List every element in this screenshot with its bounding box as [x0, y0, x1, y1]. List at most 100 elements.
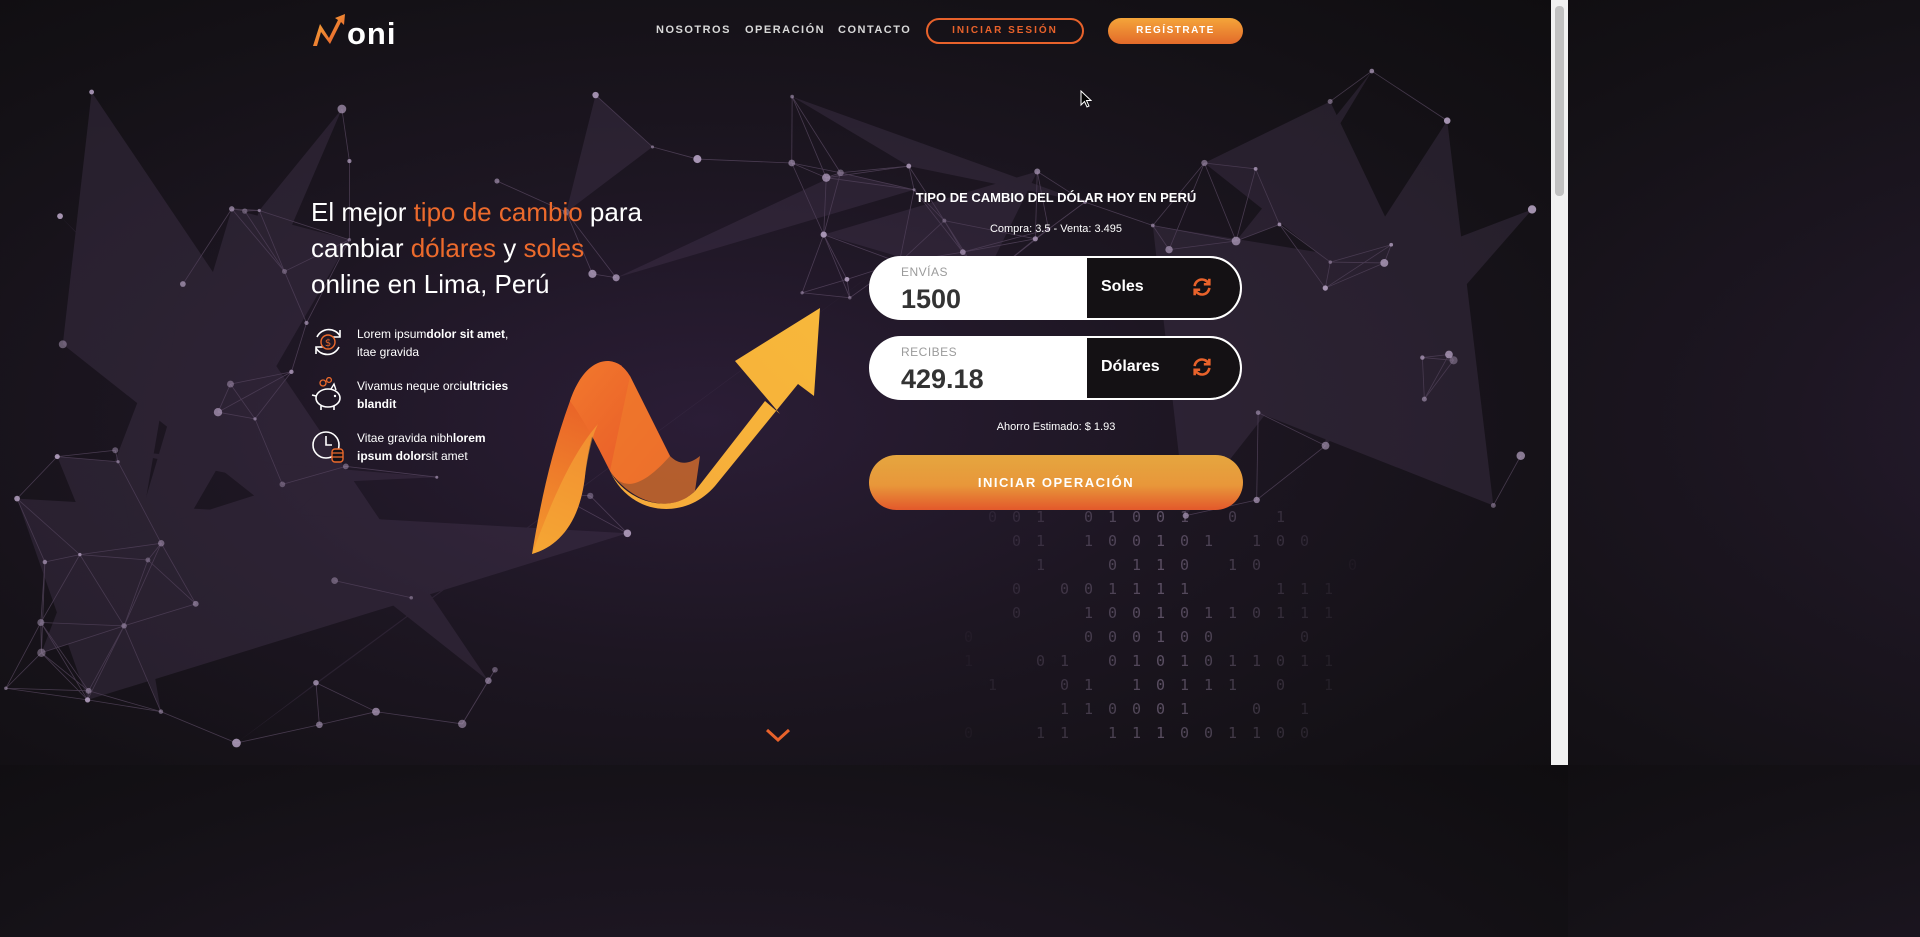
receive-amount-input[interactable]: 429.18 [901, 364, 984, 395]
svg-text:1: 1 [1180, 580, 1189, 598]
chevron-down-icon[interactable] [765, 727, 791, 743]
logo-text: oni [347, 16, 397, 51]
svg-text:0: 0 [1108, 556, 1117, 574]
feature-text-part: Vitae gravida nibh [357, 431, 453, 445]
start-operation-button[interactable]: INICIAR OPERACIÓN [869, 455, 1243, 510]
svg-text:0: 0 [1084, 580, 1093, 598]
svg-text:0: 0 [1276, 652, 1285, 670]
svg-text:1: 1 [1204, 676, 1213, 694]
svg-text:0: 0 [1180, 724, 1189, 742]
svg-text:0: 0 [1132, 532, 1141, 550]
svg-text:0: 0 [1108, 628, 1117, 646]
svg-text:0: 0 [1012, 604, 1021, 622]
svg-text:1: 1 [1156, 556, 1165, 574]
page-scrollbar[interactable] [1551, 0, 1568, 765]
svg-text:1: 1 [1252, 652, 1261, 670]
svg-text:0: 0 [1204, 628, 1213, 646]
svg-text:0: 0 [1060, 580, 1069, 598]
feature-text-part: Lorem ipsum [357, 327, 427, 341]
svg-text:0: 0 [1012, 508, 1021, 526]
svg-text:0: 0 [1180, 604, 1189, 622]
svg-text:1: 1 [1228, 652, 1237, 670]
svg-text:1: 1 [1276, 604, 1285, 622]
svg-text:1: 1 [1060, 652, 1069, 670]
growth-arrow-graphic [532, 308, 820, 554]
send-label: ENVÍAS [901, 265, 949, 279]
register-button[interactable]: REGÍSTRATE [1108, 18, 1243, 44]
feature-text: Vitae gravida nibhlorem ipsum dolorsit a… [357, 429, 522, 465]
receive-label: RECIBES [901, 345, 958, 359]
piggy-bank-icon [311, 377, 341, 410]
estimated-savings: Ahorro Estimado: $ 1.93 [996, 421, 1116, 433]
receive-amount-field[interactable]: RECIBES 429.18 Dólares [869, 336, 1242, 400]
svg-text:1: 1 [1324, 580, 1333, 598]
svg-text:0: 0 [1276, 676, 1285, 694]
swap-currency-icon[interactable] [1191, 356, 1213, 378]
receive-currency-selector[interactable]: Dólares [1087, 338, 1240, 398]
svg-text:1: 1 [1036, 556, 1045, 574]
svg-text:1: 1 [1180, 652, 1189, 670]
svg-text:0: 0 [1156, 652, 1165, 670]
swap-currency-icon[interactable] [1191, 276, 1213, 298]
svg-text:1: 1 [1156, 628, 1165, 646]
svg-text:1: 1 [1324, 604, 1333, 622]
exchange-rate-title: TIPO DE CAMBIO DEL DÓLAR HOY EN PERÚ [915, 190, 1197, 205]
clock-coins-icon [312, 431, 344, 463]
nav-contacto[interactable]: CONTACTO [838, 24, 911, 36]
svg-text:0: 0 [1276, 724, 1285, 742]
svg-text:0: 0 [1132, 628, 1141, 646]
svg-text:0: 0 [1300, 724, 1309, 742]
svg-text:0: 0 [1108, 604, 1117, 622]
svg-text:1: 1 [1252, 532, 1261, 550]
svg-text:1: 1 [1108, 724, 1117, 742]
svg-text:1: 1 [1132, 580, 1141, 598]
svg-text:1: 1 [1228, 724, 1237, 742]
scrollbar-thumb[interactable] [1555, 6, 1564, 196]
svg-text:1: 1 [1228, 556, 1237, 574]
svg-text:1: 1 [1132, 556, 1141, 574]
svg-text:1: 1 [1084, 676, 1093, 694]
svg-text:1: 1 [1060, 700, 1069, 718]
svg-text:1: 1 [1132, 676, 1141, 694]
svg-text:1: 1 [1036, 532, 1045, 550]
hero-title-highlight: soles [523, 233, 585, 263]
feature-text: Vivamus neque orciultricies blandit [357, 377, 522, 413]
send-amount-input[interactable]: 1500 [901, 284, 961, 315]
svg-text:1: 1 [1300, 604, 1309, 622]
send-currency-label: Soles [1101, 278, 1144, 295]
svg-text:1: 1 [1300, 580, 1309, 598]
svg-text:1: 1 [1132, 724, 1141, 742]
svg-text:0: 0 [1108, 532, 1117, 550]
svg-text:0: 0 [1012, 580, 1021, 598]
send-currency-selector[interactable]: Soles [1087, 258, 1240, 318]
moni-logo[interactable]: oni [311, 14, 411, 51]
svg-text:1: 1 [1084, 700, 1093, 718]
exchange-rate-values: Compra: 3.5 - Venta: 3.495 [989, 223, 1123, 235]
svg-text:0: 0 [1252, 556, 1261, 574]
svg-text:1: 1 [1084, 532, 1093, 550]
hero-title-part: para [582, 197, 642, 227]
svg-text:0: 0 [964, 724, 973, 742]
svg-text:1: 1 [1156, 580, 1165, 598]
feature-text-bold: dolor sit amet [426, 327, 506, 341]
nav-nosotros[interactable]: NOSOTROS [656, 24, 731, 36]
logo-mark-icon [313, 14, 345, 46]
svg-text:0: 0 [1156, 508, 1165, 526]
svg-text:1: 1 [1156, 604, 1165, 622]
feature-text-part: sit amet [425, 449, 468, 463]
svg-text:1: 1 [1036, 724, 1045, 742]
login-button[interactable]: INICIAR SESIÓN [926, 18, 1084, 44]
svg-text:0: 0 [1180, 532, 1189, 550]
nav-operacion[interactable]: OPERACIÓN [745, 24, 825, 36]
svg-text:0: 0 [1108, 652, 1117, 670]
send-amount-field[interactable]: ENVÍAS 1500 Soles [869, 256, 1242, 320]
svg-text:1: 1 [1204, 604, 1213, 622]
svg-text:0: 0 [1156, 700, 1165, 718]
svg-text:1: 1 [1228, 676, 1237, 694]
svg-text:1: 1 [964, 652, 973, 670]
svg-text:0: 0 [1084, 508, 1093, 526]
mouse-cursor-icon [1080, 90, 1092, 108]
svg-text:0: 0 [1012, 532, 1021, 550]
svg-text:1: 1 [1084, 604, 1093, 622]
svg-text:1: 1 [1036, 508, 1045, 526]
